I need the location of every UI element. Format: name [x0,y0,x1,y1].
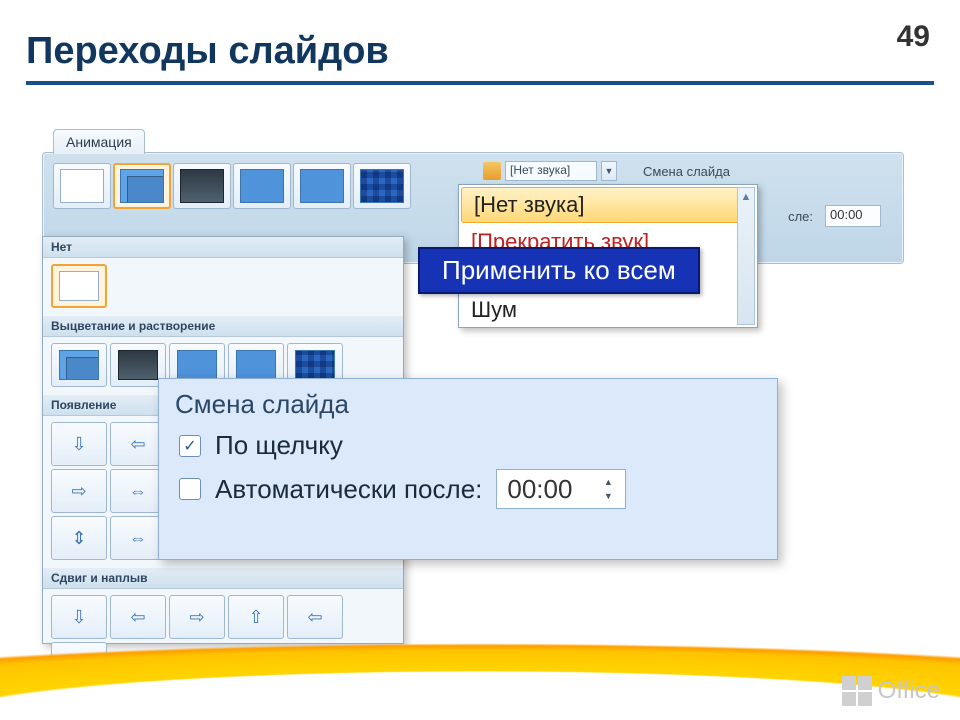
sound-dropdown-button[interactable]: ▼ [601,161,617,181]
on-click-label: По щелчку [215,430,343,461]
transition-fade-selected[interactable] [113,163,171,209]
auto-after-checkbox[interactable] [179,478,201,500]
transition-checker[interactable] [353,163,411,209]
title-rule [26,81,934,85]
transition-cut[interactable] [233,163,291,209]
sound-selector[interactable]: [Нет звука] [505,161,597,181]
group-label: Смена слайда [643,164,730,179]
category-none: Нет [43,237,403,258]
scroll-up-icon[interactable]: ▲ [738,188,754,206]
auto-after-time-value: 00:00 [507,474,572,505]
gallery-appear-11[interactable]: ⇕ [51,516,107,560]
tab-animation[interactable]: Анимация [53,129,145,154]
gallery-appear-6[interactable]: ⇨ [51,469,107,513]
office-logo-text: Office [878,677,940,705]
after-label-short: сле: [788,209,813,224]
spin-down-icon[interactable]: ▼ [601,490,615,502]
spin-up-icon[interactable]: ▲ [601,476,615,488]
gallery-none[interactable] [51,264,107,308]
sound-option-noise[interactable]: Шум [459,293,757,327]
gallery-fade-1[interactable] [51,343,107,387]
sound-option-none[interactable]: [Нет звука] [461,187,755,223]
slide-title: Переходы слайдов [26,30,934,73]
office-logo-icon [842,676,872,706]
transition-none[interactable] [53,163,111,209]
background-swoosh [0,600,960,720]
auto-after-label: Автоматически после: [215,474,482,505]
sound-list-scrollbar[interactable]: ▲ [737,187,755,325]
transition-dissolve[interactable] [293,163,351,209]
transition-gallery-strip [53,163,411,209]
category-fade: Выцветание и растворение [43,316,403,337]
sound-icon [483,162,501,180]
on-click-checkbox[interactable]: ✓ [179,435,201,457]
office-logo: Office [842,676,940,706]
gallery-appear-1[interactable]: ⇩ [51,422,107,466]
transition-fade-thru-black[interactable] [173,163,231,209]
advance-title: Смена слайда [159,379,777,426]
auto-after-time-input[interactable]: 00:00 ▲ ▼ [496,469,626,509]
category-push: Сдвиг и наплыв [43,568,403,589]
apply-to-all-callout: Применить ко всем [418,247,700,294]
advance-slide-panel: Смена слайда ✓ По щелчку Автоматически п… [158,378,778,560]
after-time-input[interactable]: 00:00 [825,205,881,227]
